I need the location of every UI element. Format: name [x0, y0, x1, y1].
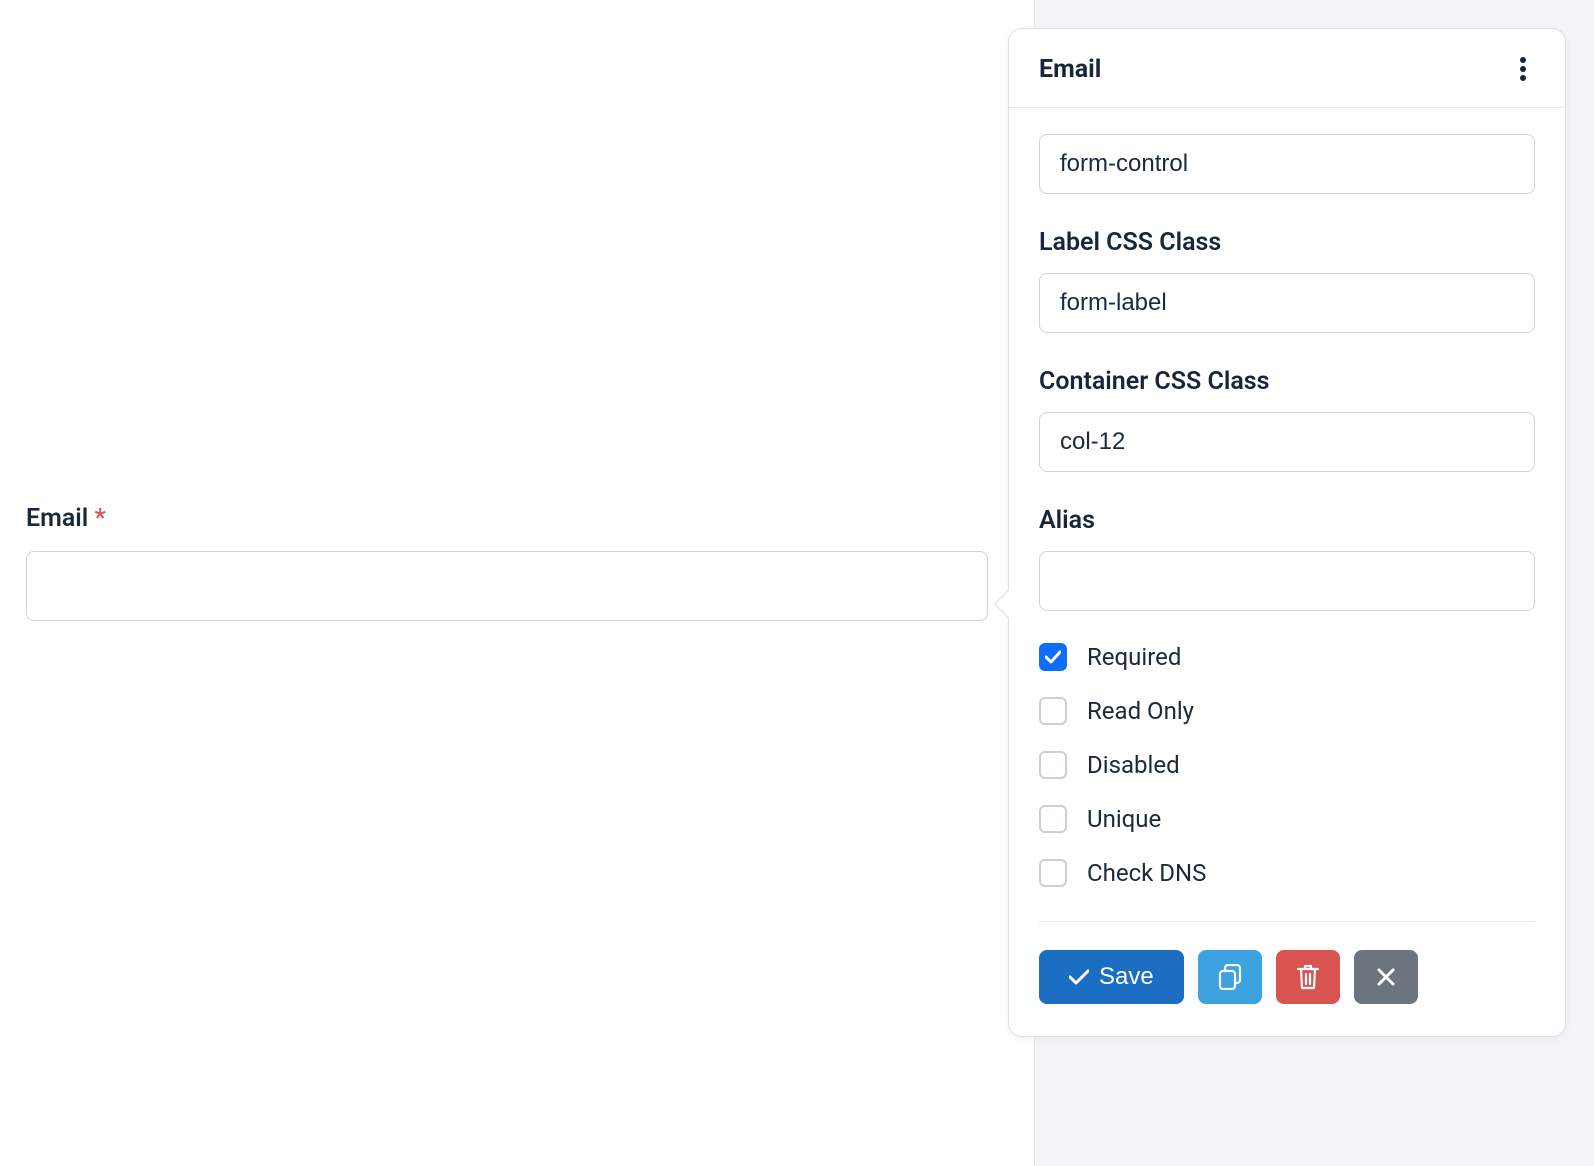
disabled-row: Disabled [1039, 751, 1535, 779]
delete-button[interactable] [1276, 950, 1340, 1004]
readonly-label: Read Only [1087, 697, 1194, 725]
email-label: Email * [26, 504, 988, 533]
required-row: Required [1039, 643, 1535, 671]
container-css-class-label: Container CSS Class [1039, 367, 1535, 396]
disabled-label: Disabled [1087, 751, 1180, 779]
required-asterisk: * [94, 504, 105, 533]
save-button[interactable]: Save [1039, 950, 1184, 1004]
copy-icon [1218, 964, 1242, 990]
css-class-input[interactable] [1039, 134, 1535, 194]
close-button[interactable] [1354, 950, 1418, 1004]
save-button-label: Save [1099, 963, 1154, 991]
disabled-checkbox[interactable] [1039, 751, 1067, 779]
check-dns-row: Check DNS [1039, 859, 1535, 887]
more-options-button[interactable] [1509, 53, 1537, 85]
label-css-class-label: Label CSS Class [1039, 228, 1535, 257]
container-css-class-input[interactable] [1039, 412, 1535, 472]
copy-button[interactable] [1198, 950, 1262, 1004]
email-label-text: Email [26, 504, 88, 533]
more-vertical-icon [1520, 57, 1526, 81]
form-field-preview: Email * [26, 504, 988, 621]
panel-header: Email [1009, 29, 1565, 108]
email-input[interactable] [26, 551, 988, 621]
required-checkbox[interactable] [1039, 643, 1067, 671]
panel-footer: Save [1039, 921, 1535, 1036]
check-dns-checkbox[interactable] [1039, 859, 1067, 887]
checkbox-list: Required Read Only Disabled Unique [1039, 643, 1535, 887]
alias-label: Alias [1039, 506, 1535, 535]
check-icon [1045, 650, 1061, 664]
unique-row: Unique [1039, 805, 1535, 833]
close-icon [1377, 968, 1395, 986]
unique-label: Unique [1087, 805, 1161, 833]
alias-input[interactable] [1039, 551, 1535, 611]
check-icon [1069, 969, 1089, 985]
field-properties-panel: Email Label CSS Class Container CSS Clas… [1008, 28, 1566, 1037]
trash-icon [1297, 964, 1319, 990]
label-css-class-input[interactable] [1039, 273, 1535, 333]
required-label: Required [1087, 643, 1181, 671]
readonly-checkbox[interactable] [1039, 697, 1067, 725]
unique-checkbox[interactable] [1039, 805, 1067, 833]
readonly-row: Read Only [1039, 697, 1535, 725]
check-dns-label: Check DNS [1087, 859, 1206, 887]
panel-body: Label CSS Class Container CSS Class Alia… [1009, 108, 1565, 921]
panel-title: Email [1039, 55, 1101, 84]
